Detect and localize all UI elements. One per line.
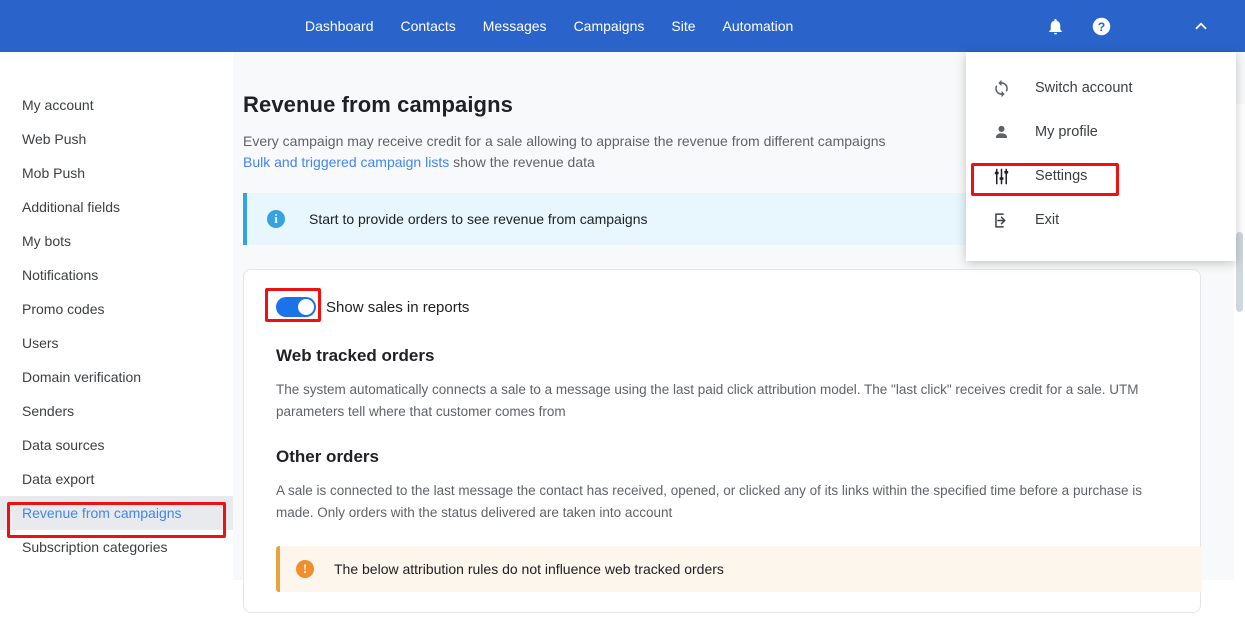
nav-link-contacts[interactable]: Contacts — [401, 17, 456, 35]
menu-item-label: Settings — [1035, 168, 1087, 184]
sidebar-item-my-bots[interactable]: My bots — [0, 224, 233, 258]
sidebar-item-label: Promo codes — [22, 301, 104, 317]
sidebar-item-mob-push[interactable]: Mob Push — [0, 156, 233, 190]
account-menu-toggle[interactable] — [1181, 6, 1221, 46]
sidebar-item-label: Notifications — [22, 267, 98, 283]
sidebar-item-label: Mob Push — [22, 165, 85, 181]
sync-icon — [988, 79, 1014, 98]
sidebar-item-data-sources[interactable]: Data sources — [0, 428, 233, 462]
chevron-up-icon — [1192, 17, 1210, 35]
nav-link-dashboard[interactable]: Dashboard — [305, 17, 374, 35]
nav-link-automation[interactable]: Automation — [723, 17, 794, 35]
notifications-button[interactable] — [1035, 6, 1075, 46]
sidebar-item-label: Data export — [22, 471, 94, 487]
info-banner-text: Start to provide orders to see revenue f… — [309, 211, 648, 227]
logout-icon — [988, 211, 1014, 230]
menu-item-settings[interactable]: Settings — [966, 154, 1236, 198]
warning-icon: ! — [296, 560, 314, 578]
nav-link-campaigns[interactable]: Campaigns — [574, 17, 645, 35]
sidebar-item-label: Users — [22, 335, 59, 351]
page-description-line2-rest: show the revenue data — [449, 154, 595, 170]
sidebar-item-my-account[interactable]: My account — [0, 88, 233, 122]
toggle-knob — [298, 299, 314, 315]
bulk-triggered-campaign-lists-link[interactable]: Bulk and triggered campaign lists — [243, 154, 449, 170]
show-sales-in-reports-toggle[interactable] — [276, 297, 316, 317]
section-body-web-tracked-orders: The system automatically connects a sale… — [276, 379, 1176, 423]
help-button[interactable]: ? — [1081, 6, 1121, 46]
sidebar-item-label: Revenue from campaigns — [22, 505, 182, 521]
warning-banner: ! The below attribution rules do not inf… — [276, 546, 1202, 592]
sidebar-item-label: Web Push — [22, 131, 86, 147]
sidebar-item-label: Additional fields — [22, 199, 120, 215]
sidebar-item-senders[interactable]: Senders — [0, 394, 233, 428]
nav-link-messages[interactable]: Messages — [483, 17, 547, 35]
warning-banner-text: The below attribution rules do not influ… — [334, 561, 724, 577]
sidebar-item-label: My bots — [22, 233, 71, 249]
sidebar-item-data-export[interactable]: Data export — [0, 462, 233, 496]
menu-item-my-profile[interactable]: My profile — [966, 110, 1236, 154]
sidebar-item-web-push[interactable]: Web Push — [0, 122, 233, 156]
menu-item-label: Exit — [1035, 212, 1059, 228]
section-body-other-orders: A sale is connected to the last message … — [276, 480, 1176, 524]
svg-text:?: ? — [1097, 19, 1104, 33]
sidebar-item-users[interactable]: Users — [0, 326, 233, 360]
section-heading-other-orders: Other orders — [276, 447, 1176, 467]
sidebar-item-revenue-from-campaigns[interactable]: Revenue from campaigns — [0, 496, 233, 530]
sidebar-item-label: Domain verification — [22, 369, 141, 385]
sidebar-item-label: Senders — [22, 403, 74, 419]
sidebar-item-additional-fields[interactable]: Additional fields — [0, 190, 233, 224]
section-heading-web-tracked-orders: Web tracked orders — [276, 346, 1176, 366]
menu-item-switch-account[interactable]: Switch account — [966, 66, 1236, 110]
bell-icon — [1046, 17, 1065, 36]
account-dropdown-menu: Switch account My profile Settings — [966, 52, 1236, 261]
show-sales-toggle-label: Show sales in reports — [326, 299, 469, 316]
show-sales-toggle-row: Show sales in reports — [276, 292, 1176, 322]
revenue-settings-card: Show sales in reports Web tracked orders… — [243, 269, 1201, 613]
top-navigation-bar: Dashboard Contacts Messages Campaigns Si… — [0, 0, 1245, 52]
page-scrollbar-thumb[interactable] — [1236, 232, 1243, 312]
info-icon: i — [267, 210, 285, 228]
primary-nav: Dashboard Contacts Messages Campaigns Si… — [305, 17, 793, 35]
sidebar-item-promo-codes[interactable]: Promo codes — [0, 292, 233, 326]
sidebar-item-subscription-categories[interactable]: Subscription categories — [0, 530, 233, 564]
sidebar-item-notifications[interactable]: Notifications — [0, 258, 233, 292]
sidebar-item-label: Subscription categories — [22, 539, 168, 555]
help-circle-icon: ? — [1091, 16, 1112, 37]
sidebar-item-label: My account — [22, 97, 94, 113]
top-nav-actions: ? — [1035, 0, 1245, 52]
sidebar-item-domain-verification[interactable]: Domain verification — [0, 360, 233, 394]
tune-sliders-icon — [988, 167, 1014, 186]
menu-item-label: My profile — [1035, 124, 1098, 140]
sidebar-item-label: Data sources — [22, 437, 104, 453]
menu-item-label: Switch account — [1035, 80, 1133, 96]
person-icon — [988, 123, 1014, 142]
nav-link-site[interactable]: Site — [671, 17, 695, 35]
settings-sidebar: My account Web Push Mob Push Additional … — [0, 52, 233, 580]
menu-item-exit[interactable]: Exit — [966, 198, 1236, 242]
